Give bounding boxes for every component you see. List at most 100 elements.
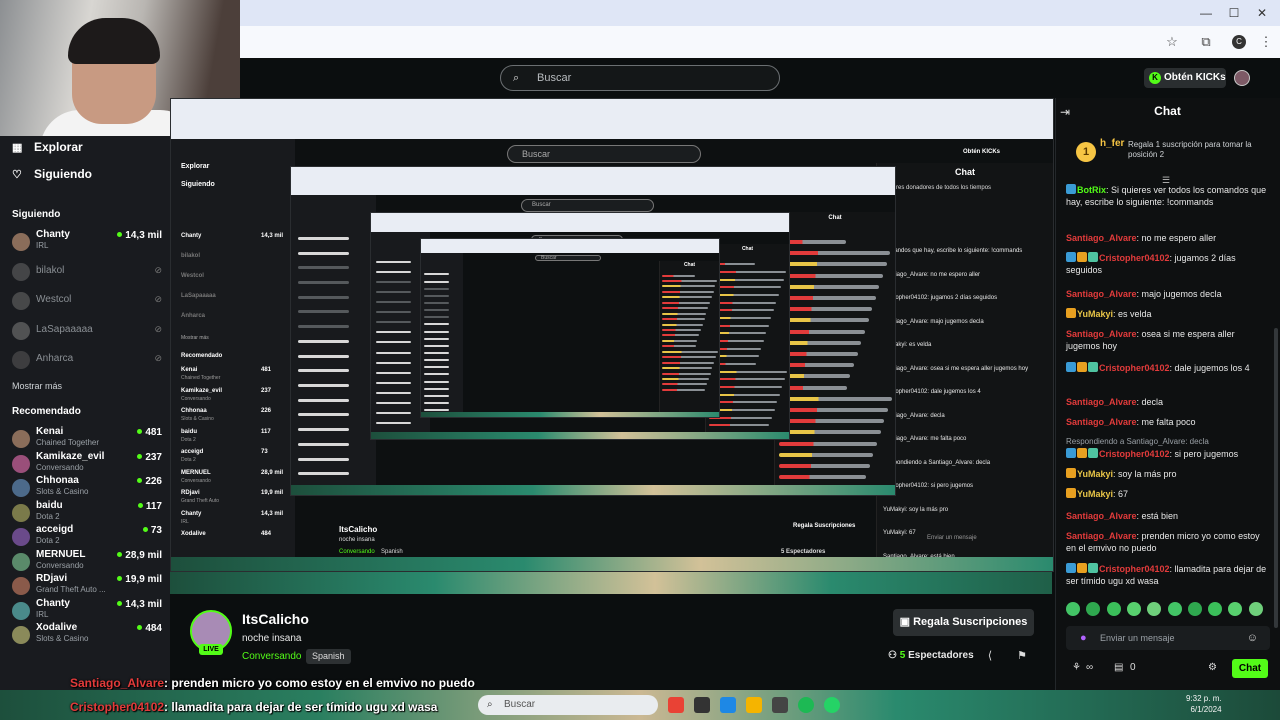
chat-username[interactable]: Santiago_Alvare bbox=[1066, 233, 1137, 243]
points-icon[interactable]: ⚘ bbox=[1072, 662, 1081, 673]
recommended-baidu[interactable]: baidu Dota 2 117 bbox=[12, 500, 162, 526]
chat-username[interactable]: YuMakyi bbox=[1077, 309, 1113, 319]
obs-app-icon[interactable] bbox=[694, 697, 710, 713]
emote-icon[interactable] bbox=[1208, 602, 1223, 616]
chat-message[interactable]: Santiago_Alvare: me falta poco bbox=[1066, 416, 1268, 428]
chat-username[interactable]: YuMakyi bbox=[1077, 489, 1113, 499]
nav-explore[interactable]: ▦ Explorar bbox=[12, 140, 83, 154]
chat-username[interactable]: Cristopher04102 bbox=[1099, 564, 1170, 574]
channel-name: Chanty bbox=[36, 229, 70, 240]
following-lasapaaaaa[interactable]: LaSapaaaaa ⊘ bbox=[12, 318, 162, 344]
nested-channel-text: Regala Suscripciones bbox=[793, 523, 856, 529]
chat-username[interactable]: YuMakyi bbox=[1077, 469, 1113, 479]
emote-icon[interactable] bbox=[1086, 602, 1101, 616]
chat-send-button[interactable]: Chat bbox=[1232, 659, 1268, 678]
recommended-rdjavi[interactable]: RDjavi Grand Theft Auto ... 19,9 mil bbox=[12, 573, 162, 599]
emote-icon[interactable] bbox=[1126, 602, 1141, 616]
recommended-mernuel[interactable]: MERNUEL Conversando 28,9 mil bbox=[12, 549, 162, 575]
following-chanty[interactable]: Chanty IRL 14,3 mil bbox=[12, 229, 162, 255]
chat-settings-icon[interactable]: ⚙ bbox=[1208, 662, 1217, 673]
chat-username[interactable]: Santiago_Alvare bbox=[1066, 397, 1137, 407]
following-anharca[interactable]: Anharca ⊘ bbox=[12, 347, 162, 373]
chat-input-placeholder: Enviar un mensaje bbox=[1100, 633, 1175, 643]
pinned-gift-text[interactable]: Regala 1 suscripción para tomar la posic… bbox=[1128, 140, 1268, 160]
recommended-acceigd[interactable]: acceigd Dota 2 73 bbox=[12, 524, 162, 550]
chrome-app-icon[interactable] bbox=[668, 697, 684, 713]
gift-subs-button[interactable]: ▣ Regala Suscripciones bbox=[893, 609, 1034, 636]
emote-icon[interactable] bbox=[1187, 602, 1202, 616]
chat-scrollbar[interactable] bbox=[1274, 328, 1278, 628]
search-input[interactable]: ⌕ Buscar bbox=[500, 65, 780, 91]
recommended-xodalive[interactable]: Xodalive Slots & Casino 484 bbox=[12, 622, 162, 648]
recommended-chhonaa[interactable]: Chhonaa Slots & Casino 226 bbox=[12, 475, 162, 501]
reply-context[interactable]: Respondiendo a Santiago_Alvare: decla bbox=[1066, 436, 1268, 448]
channel-name[interactable]: ItsCalicho bbox=[242, 611, 309, 627]
following-bilakol[interactable]: bilakol ⊘ bbox=[12, 259, 162, 285]
viewers-label: Espectadores bbox=[908, 650, 974, 661]
emote-icon[interactable] bbox=[1248, 602, 1263, 616]
folder-app-icon[interactable] bbox=[746, 697, 762, 713]
channel-category: IRL bbox=[36, 241, 49, 250]
profile-icon[interactable]: C bbox=[1232, 35, 1246, 49]
chat-message[interactable]: Cristopher04102: llamadita para dejar de… bbox=[1066, 563, 1268, 587]
show-more-link[interactable]: Mostrar más bbox=[12, 381, 62, 391]
menu-icon[interactable]: ⋮ bbox=[1258, 34, 1274, 50]
get-kicks-button[interactable]: K Obtén KICKs bbox=[1144, 68, 1226, 88]
chat-message[interactable]: Cristopher04102: dale jugemos los 4 bbox=[1066, 362, 1268, 374]
language-tag[interactable]: Spanish bbox=[306, 649, 351, 664]
chat-username[interactable]: Santiago_Alvare bbox=[1066, 531, 1137, 541]
chat-message[interactable]: YuMakyi: es velda bbox=[1066, 308, 1268, 320]
emote-icon[interactable] bbox=[1066, 602, 1080, 616]
recommended-kamikaze-evil[interactable]: Kamikaze_evil Conversando 237 bbox=[12, 451, 162, 477]
chat-message[interactable]: Santiago_Alvare: majo jugemos decla bbox=[1066, 288, 1268, 300]
user-avatar[interactable] bbox=[1234, 70, 1250, 86]
more-options-icon[interactable]: ⚑ bbox=[1015, 649, 1029, 663]
chat-username[interactable]: Santiago_Alvare bbox=[1066, 417, 1137, 427]
emote-icon[interactable] bbox=[1147, 602, 1162, 616]
extensions-icon[interactable]: ⧉ bbox=[1198, 34, 1214, 50]
chat-message[interactable]: Cristopher04102: jugamos 2 días seguidos bbox=[1066, 252, 1268, 276]
chat-message[interactable]: YuMakyi: soy la más pro bbox=[1066, 468, 1268, 480]
following-westcol[interactable]: Westcol ⊘ bbox=[12, 288, 162, 314]
chat-message[interactable]: Santiago_Alvare: decla bbox=[1066, 396, 1268, 408]
emote-icon[interactable] bbox=[1228, 602, 1243, 616]
share-icon[interactable]: ⟨ bbox=[983, 649, 997, 663]
gift-chest-icon[interactable]: ▤ bbox=[1114, 662, 1123, 673]
emote-icon[interactable] bbox=[1106, 602, 1121, 616]
spotify-app-icon[interactable] bbox=[798, 697, 814, 713]
chat-message[interactable]: BotRix: Si quieres ver todos los comando… bbox=[1066, 184, 1268, 208]
files-app-icon[interactable] bbox=[720, 697, 736, 713]
chat-message[interactable]: Respondiendo a Santiago_Alvare: decla Cri… bbox=[1066, 436, 1268, 460]
chat-message[interactable]: Santiago_Alvare: prenden micro yo como e… bbox=[1066, 530, 1268, 554]
chat-message[interactable]: YuMakyi: 67 bbox=[1066, 488, 1268, 500]
pinned-gifter-name[interactable]: h_fer bbox=[1100, 138, 1124, 149]
chat-username[interactable]: BotRix bbox=[1077, 185, 1106, 195]
chat-input[interactable]: ● Enviar un mensaje ☺ bbox=[1066, 626, 1270, 650]
whatsapp-app-icon[interactable] bbox=[824, 697, 840, 713]
chat-message[interactable]: Santiago_Alvare: osea si me espera aller… bbox=[1066, 328, 1268, 352]
chat-username[interactable]: Santiago_Alvare bbox=[1066, 329, 1137, 339]
emote-icon[interactable] bbox=[1167, 602, 1182, 616]
recommended-kenai[interactable]: Kenai Chained Together 481 bbox=[12, 426, 162, 452]
chat-expand-icon[interactable]: ☰ bbox=[1160, 175, 1172, 185]
nav-following[interactable]: ♡ Siguiendo bbox=[12, 167, 92, 181]
star-icon[interactable]: ☆ bbox=[1164, 34, 1180, 50]
taskbar-search[interactable]: ⌕ Buscar bbox=[478, 695, 658, 715]
chat-message[interactable]: Santiago_Alvare: no me espero aller bbox=[1066, 232, 1268, 244]
nested-taskbar bbox=[171, 557, 1053, 571]
chat-message[interactable]: Santiago_Alvare: está bien bbox=[1066, 510, 1268, 522]
chat-username[interactable]: Santiago_Alvare bbox=[1066, 289, 1137, 299]
chat-username[interactable]: Santiago_Alvare bbox=[1066, 511, 1137, 521]
minimize-icon[interactable]: — bbox=[1198, 6, 1214, 20]
mic-icon[interactable]: ● bbox=[1080, 626, 1087, 650]
stream-category[interactable]: Conversando bbox=[242, 651, 301, 662]
app-icon[interactable] bbox=[772, 697, 788, 713]
emoji-icon[interactable]: ☺ bbox=[1247, 626, 1258, 650]
close-icon[interactable]: ✕ bbox=[1254, 6, 1270, 20]
viewer-count: 226 bbox=[137, 476, 162, 487]
chat-username[interactable]: Cristopher04102 bbox=[1099, 253, 1170, 263]
chat-username[interactable]: Cristopher04102 bbox=[1099, 363, 1170, 373]
recommended-chanty[interactable]: Chanty IRL 14,3 mil bbox=[12, 598, 162, 624]
chat-username[interactable]: Cristopher04102 bbox=[1099, 449, 1170, 459]
maximize-icon[interactable]: ☐ bbox=[1226, 6, 1242, 20]
